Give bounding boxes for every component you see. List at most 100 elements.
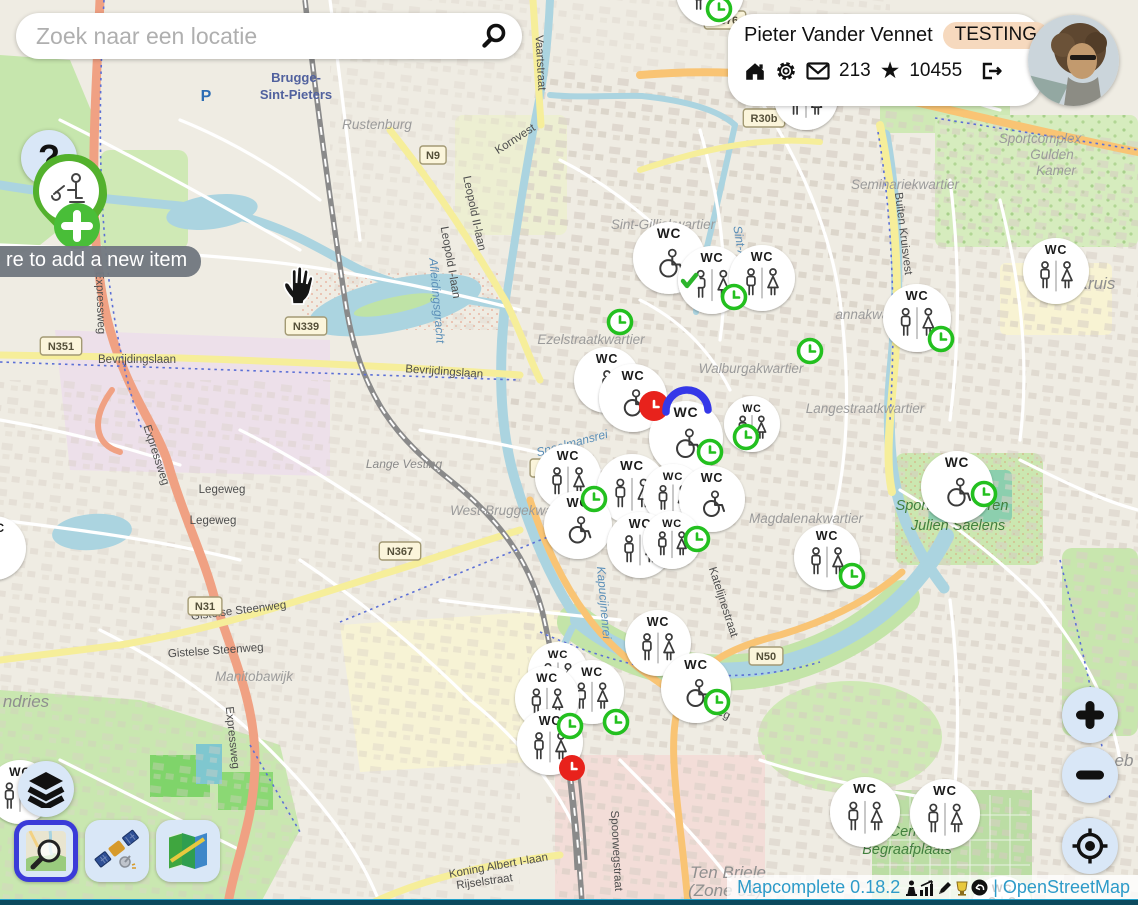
marker-wc-label: WC [0,521,5,535]
zoom-in-button[interactable] [1062,687,1118,743]
verified-badge [678,270,700,292]
marker-wc-label: WC [662,518,682,530]
attribution-icons[interactable] [905,879,988,896]
marker-wc-label: WC [933,783,957,798]
marker-wc-label: WC [647,615,669,629]
marker-wc-label: WC [1045,243,1067,257]
background-satellite-button[interactable] [85,820,149,882]
road-shield: N31 [188,597,222,615]
svg-text:N351: N351 [48,341,74,353]
statistics-icon[interactable] [919,880,936,896]
open-hours-badge [605,711,628,734]
open-hours-badge [686,528,709,551]
user-panel: Pieter Vander Vennet TESTING 213 ★ 10455 [728,14,1042,106]
geolocate-icon [1071,827,1109,865]
edit-pencil-icon[interactable] [937,880,953,896]
open-hours-badge [735,426,758,449]
attribution-bar: Mapcomplete 0.18.2 | OpenStreetMap [727,875,1138,900]
background-map-button[interactable] [156,820,220,882]
marker-wc-label: WC [581,665,603,679]
closed-badge [559,755,585,781]
hand-cursor [278,262,316,311]
svg-text:N9: N9 [426,150,440,162]
road-shield: N339 [285,317,326,335]
marker-wc-label: WC [548,649,569,661]
marker-wc-label: WC [945,455,969,470]
open-hours-badge [930,328,953,351]
marker-wc-label: WC [751,250,773,264]
marker-wc-label: WC [674,404,699,420]
logout-icon[interactable] [979,60,1003,82]
marker-wc-label: WC [663,471,684,483]
search-input[interactable] [34,22,480,51]
home-icon[interactable] [744,60,766,82]
minus-icon [1072,757,1108,793]
marker-wc-label: WC [701,471,723,485]
star-icon[interactable]: ★ [880,59,901,82]
add-item-pin[interactable] [24,150,134,255]
undo-circle-icon[interactable] [971,879,988,896]
messages-count: 213 [839,60,871,82]
open-hours-badge [973,483,996,506]
contributor-stats-icon[interactable] [905,880,918,896]
marker-wc-label: WC [621,368,644,383]
marker-wc-label: WC [596,352,618,366]
star-count: 10455 [909,60,962,82]
open-hours-badge [799,340,822,363]
marker-wc-label: WC [853,781,877,796]
background-style-row [14,820,220,882]
open-hours-badge [723,286,746,309]
osm-map-icon [24,829,68,873]
marker-wc-label: WC [742,403,761,415]
messages-icon[interactable] [806,61,830,81]
map-canvas[interactable]: Brugge-Sint-PietersPRustenburgSint-Gilli… [0,0,1138,904]
svg-text:N367: N367 [387,546,413,558]
marker-wc-label: WC [657,226,681,241]
marker-wc-label: WC [620,458,644,473]
tooltip-text: re to add a new item [6,249,187,272]
marker-wc-label: WC [557,449,579,463]
license-cup-icon[interactable] [954,880,970,896]
settings-gear-icon[interactable] [775,60,797,82]
user-name: Pieter Vander Vennet [744,24,933,47]
open-hours-badge [583,488,606,511]
geolocate-button[interactable] [1062,818,1118,874]
app-version-link[interactable]: Mapcomplete 0.18.2 [737,877,900,898]
layers-button[interactable] [18,761,74,817]
osm-link[interactable]: OpenStreetMap [1003,877,1130,898]
marker-wc-label: WC [905,288,928,303]
search-icon[interactable] [480,22,508,50]
svg-text:N31: N31 [195,601,215,613]
background-osm-button[interactable] [14,820,78,882]
toilet-marker[interactable]: WC [910,779,980,849]
search-bar[interactable] [16,13,522,59]
road-shield: N367 [379,542,420,560]
open-hours-badge [706,691,729,714]
open-hours-badge [708,0,731,21]
attribution-separator: | [993,877,998,898]
marker-wc-label: WC [684,657,708,672]
satellite-icon [94,829,140,873]
add-item-tooltip: re to add a new item [0,246,201,277]
marker-wc-label: WC [816,529,838,543]
marker-wc-label: WC [700,250,723,265]
svg-text:R30b: R30b [751,113,778,125]
user-avatar[interactable] [1028,15,1119,106]
svg-text:N339: N339 [293,321,319,333]
road-shield: N351 [40,337,81,355]
zoom-out-button[interactable] [1062,747,1118,803]
road-shield: N9 [420,146,446,164]
open-hours-badge [699,441,722,464]
bottom-edge-bar [0,899,1138,905]
toilet-marker[interactable]: WC [830,777,900,847]
open-hours-badge [559,715,582,738]
layers-icon [26,770,66,808]
svg-text:N50: N50 [756,651,776,663]
marker-wc-label: WC [536,671,558,685]
toilet-marker[interactable]: WC [1023,238,1089,304]
folded-map-icon [166,831,210,871]
plus-icon [1072,697,1108,733]
open-hours-badge [841,565,864,588]
open-hours-badge [609,311,632,334]
road-shield: N50 [749,647,783,665]
